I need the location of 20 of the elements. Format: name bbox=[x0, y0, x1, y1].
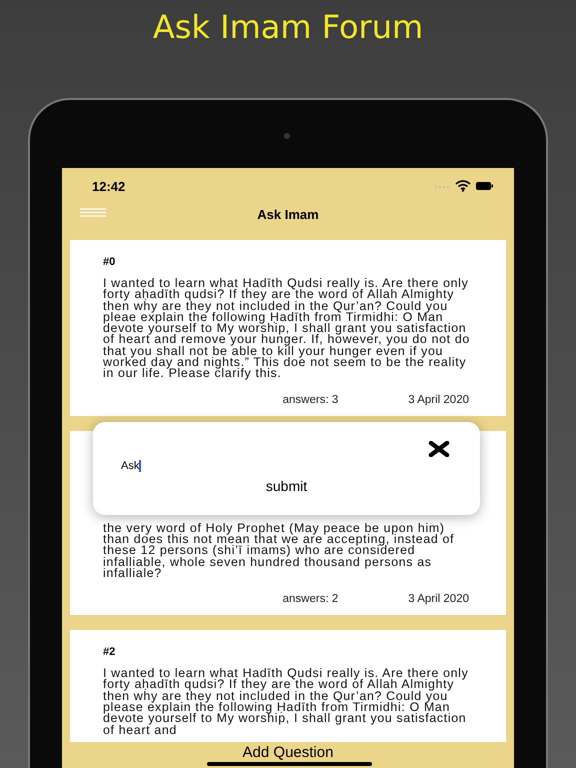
question-number: #2 bbox=[103, 646, 116, 658]
question-date: 3 April 2020 bbox=[408, 394, 469, 406]
submit-button[interactable]: submit bbox=[258, 476, 316, 496]
add-question-button[interactable]: Add Question bbox=[236, 742, 340, 762]
question-text: I wanted to learn what Ḥadīth Qudsi really is. Are there only forty aḥadīth qudsi? If they are the word of Allah Almighty then why are they not included in the Qur’an? Could you please explain the following Ḥadīth from Tirmidhi: O Man devote yourself to My worship, I shall grant you satisfaction of heart and bbox=[103, 668, 470, 736]
question-text: the very word of Holy Prophet (May peace be upon him) than does this not mean that we are accepting, instead of these 12 persons (shi’ī imams) who are considered infalliable, whole seven hundred thousand persons as infalliale? bbox=[103, 522, 456, 580]
question-text: I wanted to learn what Ḥadīth Qudsi really is. Are there only forty aḥadīth qudsi? If they are the word of Allah Almighty then why are they not included in the Qur’an? Could you pleae explain the following Ḥadīth from Tirmidhi: O Man devote yourself to My worship, I shall grant you satisfaction of heart and remove your hunger. If, however, you do not do that you shall not be able to kill your hunger even if you worked day and nights.” This doe not seem to be the reality in our life. Please clarify this. bbox=[103, 278, 471, 380]
status-time: 12:42 bbox=[92, 178, 126, 194]
question-input[interactable]: Ask bbox=[121, 460, 141, 472]
answer-count: answers: 2 bbox=[282, 593, 338, 606]
nav-title: Ask Imam bbox=[257, 206, 319, 222]
camera-icon bbox=[284, 133, 290, 139]
headline: Ask Imam Forum bbox=[152, 8, 424, 48]
question-card[interactable] bbox=[70, 630, 506, 742]
question-date: 3 April 2020 bbox=[408, 593, 469, 606]
close-icon[interactable] bbox=[428, 441, 450, 457]
question-number: #0 bbox=[103, 256, 116, 268]
question-card[interactable] bbox=[70, 240, 506, 416]
status-icons bbox=[434, 180, 494, 192]
answer-count: answers: 3 bbox=[282, 394, 338, 406]
